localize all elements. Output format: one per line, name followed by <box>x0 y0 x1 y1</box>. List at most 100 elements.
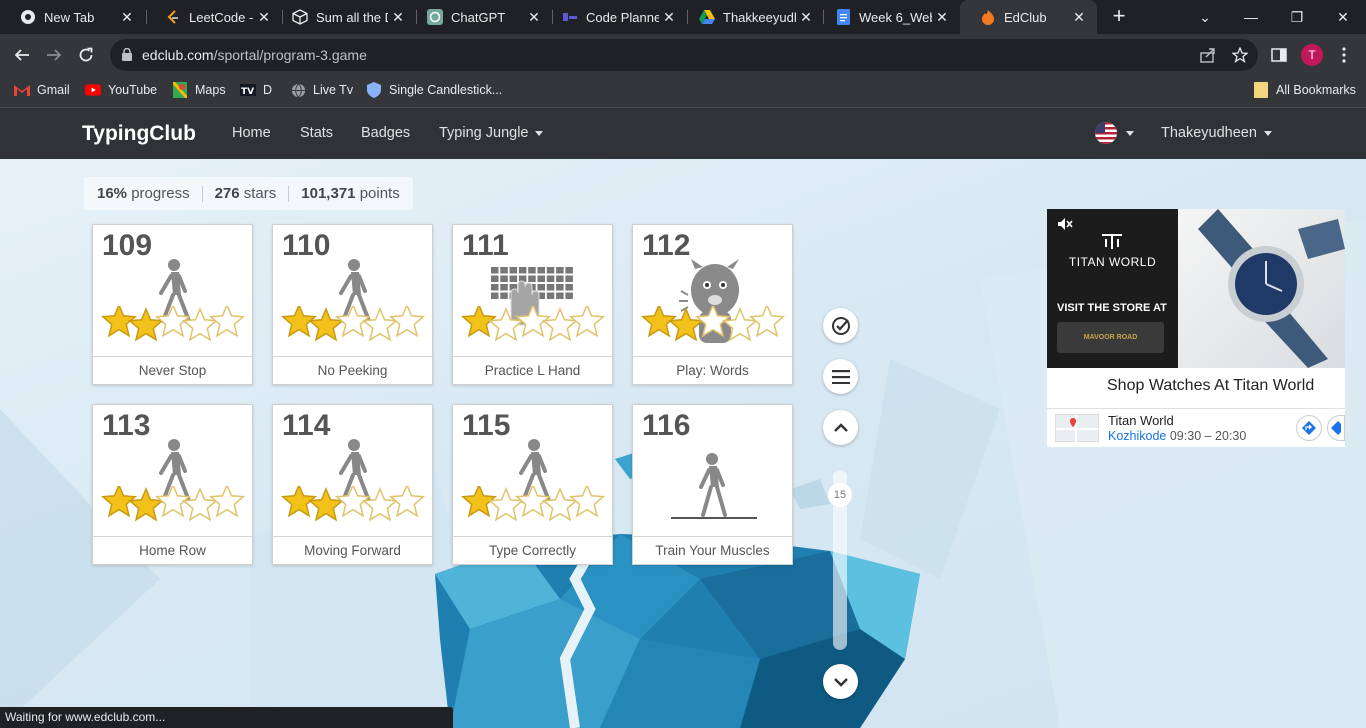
star-empty-icon <box>208 486 246 518</box>
menu-button[interactable] <box>823 359 858 394</box>
bookmark-star-icon[interactable] <box>1231 46 1249 64</box>
bookmark-d[interactable]: TV D <box>240 76 272 104</box>
bookmark-label: Maps <box>195 83 226 97</box>
lesson-card[interactable]: 110 No Peeking <box>272 224 433 385</box>
bookmark-gmail[interactable]: Gmail <box>14 76 70 104</box>
new-tab-button[interactable]: + <box>1108 5 1130 28</box>
star-empty-icon <box>388 306 426 338</box>
divider <box>201 185 203 202</box>
maps-icon <box>172 82 188 98</box>
completed-check-button[interactable] <box>823 308 858 343</box>
directions-button[interactable] <box>1296 415 1322 441</box>
star-empty-icon <box>541 487 579 522</box>
side-panel-icon[interactable] <box>1267 43 1291 67</box>
more-menu-icon[interactable] <box>1332 43 1356 67</box>
tab-title: EdClub <box>1004 9 1047 25</box>
close-window-button[interactable]: ✕ <box>1320 0 1366 34</box>
reload-button[interactable] <box>74 43 98 67</box>
all-bookmarks[interactable]: All Bookmarks <box>1253 76 1356 104</box>
bookmark-label: Gmail <box>37 83 70 97</box>
scroll-up-button[interactable] <box>823 410 858 445</box>
progress-label: progress <box>131 185 190 202</box>
codeplanner-icon <box>562 9 578 25</box>
lesson-title: Home Row <box>93 536 252 564</box>
nav-stats[interactable]: Stats <box>300 125 333 141</box>
star-empty-icon <box>181 487 219 522</box>
hamburger-icon <box>831 369 850 384</box>
lesson-title: Type Correctly <box>453 536 612 564</box>
lesson-card[interactable]: 116 Train Your Muscles <box>632 404 793 565</box>
advertisement[interactable]: TITAN WORLD VISIT THE STORE AT MAVOOR RO… <box>1047 209 1345 447</box>
reload-icon <box>79 47 93 62</box>
tab-docs[interactable]: Week 6_Web ✕ <box>815 0 960 34</box>
bookmark-live-tv[interactable]: Live Tv <box>290 76 353 104</box>
tab-sum-all[interactable]: Sum all the D ✕ <box>272 0 416 34</box>
close-icon[interactable]: ✕ <box>1069 9 1089 26</box>
us-flag-icon[interactable] <box>1095 122 1117 144</box>
star-empty-icon <box>361 307 399 342</box>
user-menu[interactable]: Thakeyudheen <box>1161 125 1272 141</box>
nav-label: Typing Jungle <box>439 125 529 141</box>
tab-new-tab[interactable]: New Tab ✕ <box>0 0 145 34</box>
tab-title: ChatGPT <box>451 9 506 25</box>
tab-chatgpt[interactable]: ChatGPT ✕ <box>407 0 552 34</box>
chevron-up-icon <box>833 422 848 432</box>
ad-store-button[interactable]: MAVOOR ROAD <box>1057 322 1164 353</box>
close-icon[interactable]: ✕ <box>117 9 137 26</box>
bookmark-maps[interactable]: Maps <box>172 76 226 104</box>
star-filled-icon <box>127 307 165 342</box>
ad-hours: 09:30 – 20:30 <box>1169 429 1247 443</box>
lesson-card[interactable]: 113 Home Row <box>92 404 253 565</box>
close-icon[interactable]: ✕ <box>524 9 544 26</box>
browser-toolbar: edclub.com/sportal/program-3.game T <box>0 34 1366 76</box>
mute-icon[interactable] <box>1057 217 1073 236</box>
close-icon[interactable]: ✕ <box>254 9 274 26</box>
address-bar[interactable]: edclub.com/sportal/program-3.game <box>110 39 1258 71</box>
nav-typing-jungle[interactable]: Typing Jungle <box>439 125 544 141</box>
site-logo[interactable]: TypingClub <box>82 122 196 146</box>
avatar: T <box>1301 44 1323 66</box>
lesson-card[interactable]: 109 Never Stop <box>92 224 253 385</box>
language-dropdown[interactable] <box>1119 125 1134 141</box>
nav-badges[interactable]: Badges <box>361 125 410 141</box>
bookmark-single-candlestick[interactable]: Single Candlestick... <box>366 76 502 104</box>
star-empty-icon <box>568 486 606 518</box>
tab-code-planner[interactable]: Code Planne ✕ <box>542 0 687 34</box>
share-icon[interactable] <box>1200 47 1216 63</box>
close-icon[interactable]: ✕ <box>659 9 679 26</box>
ad-banner[interactable]: TITAN WORLD VISIT THE STORE AT MAVOOR RO… <box>1047 209 1345 368</box>
tab-edclub[interactable]: EdClub ✕ <box>960 0 1097 34</box>
main-content: 16% progress 276 stars 101,371 points 10… <box>0 159 1366 728</box>
edclub-icon <box>980 9 996 25</box>
lesson-card[interactable]: 114 Moving Forward <box>272 404 433 565</box>
close-icon[interactable]: ✕ <box>932 9 952 26</box>
next-location-button[interactable] <box>1327 415 1345 441</box>
ad-headline[interactable]: Shop Watches At Titan World <box>1107 377 1314 395</box>
tab-leetcode[interactable]: LeetCode - T ✕ <box>145 0 282 34</box>
star-empty-icon <box>487 307 525 342</box>
ad-brand-panel: TITAN WORLD VISIT THE STORE AT MAVOOR RO… <box>1047 209 1178 368</box>
ad-store-name: Titan World <box>1108 413 1174 428</box>
forward-button[interactable] <box>42 43 66 67</box>
lesson-title: Play: Words <box>633 356 792 384</box>
close-icon[interactable]: ✕ <box>388 9 408 26</box>
tab-search-icon[interactable]: ⌄ <box>1182 0 1228 34</box>
ad-visit-text: VISIT THE STORE AT <box>1057 302 1167 314</box>
lesson-card[interactable]: 111 Practice L Hand <box>452 224 613 385</box>
tab-drive[interactable]: Thakkeeyudh ✕ <box>679 0 824 34</box>
close-icon[interactable]: ✕ <box>796 9 816 26</box>
lesson-card[interactable]: 115 Type Correctly <box>452 404 613 565</box>
bookmark-label: Live Tv <box>313 83 354 97</box>
lesson-illustration <box>633 435 792 535</box>
bookmark-youtube[interactable]: YouTube <box>85 76 157 104</box>
profile-avatar[interactable]: T <box>1300 43 1324 67</box>
minimize-button[interactable]: — <box>1228 0 1274 34</box>
back-button[interactable] <box>10 43 34 67</box>
restore-button[interactable]: ❐ <box>1274 0 1320 34</box>
globe-icon <box>290 82 306 98</box>
lesson-card[interactable]: 112 Play: Words <box>632 224 793 385</box>
chatgpt-icon <box>427 9 443 25</box>
nav-home[interactable]: Home <box>232 125 271 141</box>
scroll-down-button[interactable] <box>823 664 858 699</box>
bookmarks-bar: Gmail YouTube Maps TV D Live Tv Single C… <box>0 76 1366 108</box>
